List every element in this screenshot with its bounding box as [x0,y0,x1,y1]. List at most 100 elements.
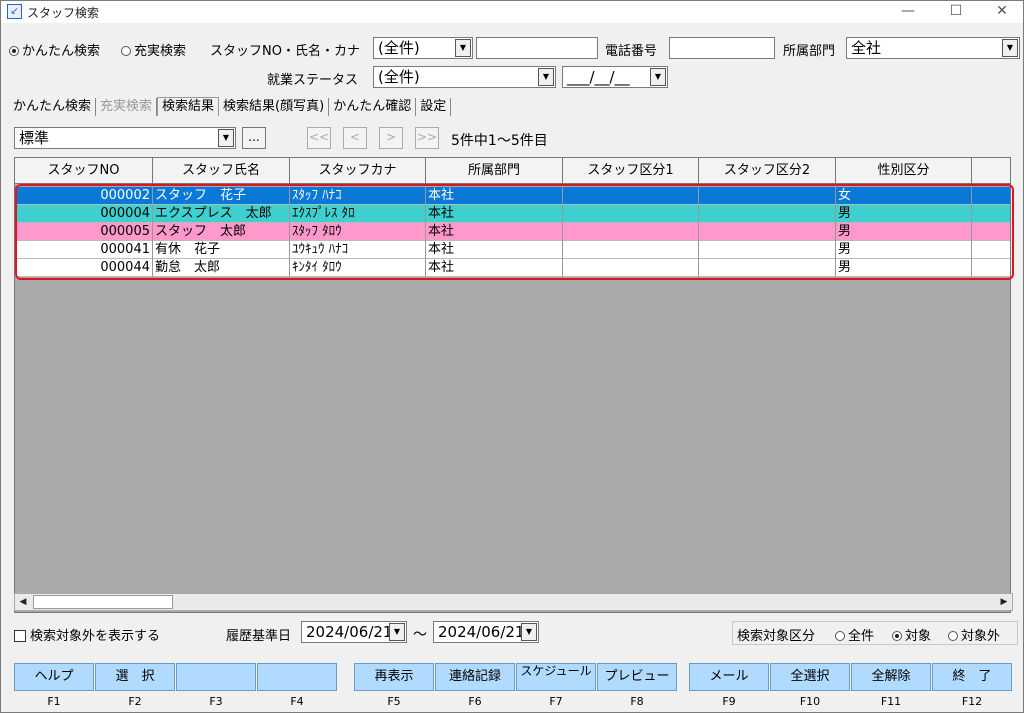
tab-results-photo[interactable]: 検索結果(顔写真) [219,98,330,116]
fkey-button-f4[interactable] [257,663,337,691]
status-date-value: ___/__/__ [567,68,630,86]
fkey-button-f1[interactable]: ヘルプ [14,663,94,691]
cell-k1 [563,259,699,277]
radio-simple-search[interactable]: かんたん検索 [9,40,100,59]
fkey-button-f9[interactable]: メール [689,663,769,691]
close-icon[interactable]: ✕ [979,1,1024,23]
tab-simple-search[interactable]: かんたん検索 [9,98,97,116]
app-window: ↙ スタッフ検索 — ☐ ✕ かんたん検索 充実検索 スタッフNO・氏名・カナ … [0,0,1024,713]
status-combo[interactable]: (全件) ▼ [373,66,556,88]
cell-extra [972,205,1010,223]
cell-no: 000002 [15,187,153,205]
scroll-left-icon[interactable]: ◀ [15,594,31,610]
dept-value: 全社 [851,39,882,57]
cell-gender: 女 [836,187,972,205]
tab-simple-confirm[interactable]: かんたん確認 [329,98,417,116]
column-header[interactable] [972,158,1010,184]
table-row[interactable]: 000041 有休 花子 ﾕｳｷｭｳ ﾊﾅｺ 本社 男 [15,241,1010,259]
table-row[interactable]: 000044 勤怠 太郎 ｷﾝﾀｲ ﾀﾛｳ 本社 男 [15,259,1010,277]
first-page-button[interactable]: << [307,127,331,149]
history-date-to[interactable]: 2024/06/21 ▼ [433,621,539,643]
status-date-picker[interactable]: ___/__/__ ▼ [562,66,668,88]
fkey-label: F4 [290,695,304,708]
table-row[interactable]: 000002 スタッフ 花子 ｽﾀｯﾌ ﾊﾅｺ 本社 女 [15,187,1010,205]
fkey-button-f5[interactable]: 再表示 [354,663,434,691]
cell-extra [972,259,1010,277]
cell-kana: ﾕｳｷｭｳ ﾊﾅｺ [290,241,426,259]
column-header[interactable]: 所属部門 [426,158,563,184]
fkey-label: F10 [799,695,821,708]
radio-off-icon [948,631,958,641]
radio-excluded[interactable]: 対象外 [948,625,1000,644]
layout-combo[interactable]: 標準 ▼ [14,127,236,149]
radio-on-icon [9,46,19,56]
fkey-button-f11[interactable]: 全解除 [851,663,931,691]
fkey-label: F2 [128,695,142,708]
staff-search-input[interactable] [476,37,598,59]
fkey-button-f2[interactable]: 選 択 [95,663,175,691]
fkey-button-f10[interactable]: 全選択 [770,663,850,691]
tab-settings[interactable]: 設定 [416,98,452,116]
horizontal-scrollbar[interactable]: ◀ ▶ [14,593,1013,611]
cell-name: 有休 花子 [153,241,290,259]
layout-more-button[interactable]: ... [242,127,266,149]
fkey-label: F11 [880,695,902,708]
prev-page-button[interactable]: < [343,127,367,149]
scroll-thumb[interactable] [33,595,173,609]
fkey-button-f7[interactable]: スケジュール [516,663,596,691]
cell-name: スタッフ 花子 [153,187,290,205]
fkey-button-f3[interactable] [176,663,256,691]
phone-input[interactable] [669,37,775,59]
staff-search-label: スタッフNO・氏名・カナ [210,44,360,59]
dept-combo[interactable]: 全社 ▼ [846,37,1020,59]
fkey-button-f12[interactable]: 終 了 [932,663,1012,691]
cell-name: 勤怠 太郎 [153,259,290,277]
cell-kana: ｽﾀｯﾌ ﾊﾅｺ [290,187,426,205]
cell-extra [972,223,1010,241]
column-header[interactable]: 性別区分 [836,158,972,184]
tab-full-search[interactable]: 充実検索 [96,98,158,116]
dropdown-arrow-icon: ▼ [521,623,537,641]
cell-k2 [699,205,836,223]
cell-no: 000041 [15,241,153,259]
fkey-button-f6[interactable]: 連絡記録 [435,663,515,691]
maximize-icon[interactable]: ☐ [933,1,979,23]
column-header[interactable]: スタッフ区分1 [563,158,699,184]
show-excluded-checkbox[interactable]: 検索対象外を表示する [14,625,160,644]
column-header[interactable]: スタッフNO [15,158,153,184]
radio-simple-label: かんたん検索 [22,44,101,59]
history-date-from[interactable]: 2024/06/21 ▼ [301,621,407,643]
column-header[interactable]: スタッフカナ [290,158,426,184]
cell-name: エクスプレス 太郎 [153,205,290,223]
tab-strip: かんたん検索 充実検索 検索結果 検索結果(顔写真) かんたん確認 設定 [9,97,452,117]
column-header[interactable]: スタッフ氏名 [153,158,290,184]
next-page-button[interactable]: > [379,127,403,149]
radio-all[interactable]: 全件 [835,625,874,644]
radio-excluded-label: 対象外 [961,629,1001,644]
scroll-right-icon[interactable]: ▶ [996,594,1012,610]
staff-search-combo[interactable]: (全件) ▼ [373,37,473,59]
checkbox-icon [14,630,26,642]
cell-no: 000004 [15,205,153,223]
cell-gender: 男 [836,241,972,259]
last-page-button[interactable]: >> [415,127,439,149]
minimize-icon[interactable]: — [885,1,931,23]
cell-k1 [563,187,699,205]
tab-search-results[interactable]: 検索結果 [157,97,220,116]
radio-full-search[interactable]: 充実検索 [121,40,186,59]
table-row[interactable]: 000004 エクスプレス 太郎 ｴｸｽﾌﾟﾚｽ ﾀﾛ 本社 男 [15,205,1010,223]
cell-no: 000044 [15,259,153,277]
radio-on-icon [892,631,902,641]
column-header[interactable]: スタッフ区分2 [699,158,836,184]
table-row[interactable]: 000005 スタッフ 太郎 ｽﾀｯﾌ ﾀﾛｳ 本社 男 [15,223,1010,241]
cell-extra [972,187,1010,205]
fkey-button-f8[interactable]: プレビュー [597,663,677,691]
fkey-label: F12 [961,695,983,708]
cell-k1 [563,241,699,259]
cell-extra [972,241,1010,259]
fkey-label: F8 [630,695,644,708]
cell-kana: ｷﾝﾀｲ ﾀﾛｳ [290,259,426,277]
dropdown-arrow-icon: ▼ [538,68,554,86]
dept-label: 所属部門 [783,44,836,59]
radio-target[interactable]: 対象 [892,625,931,644]
